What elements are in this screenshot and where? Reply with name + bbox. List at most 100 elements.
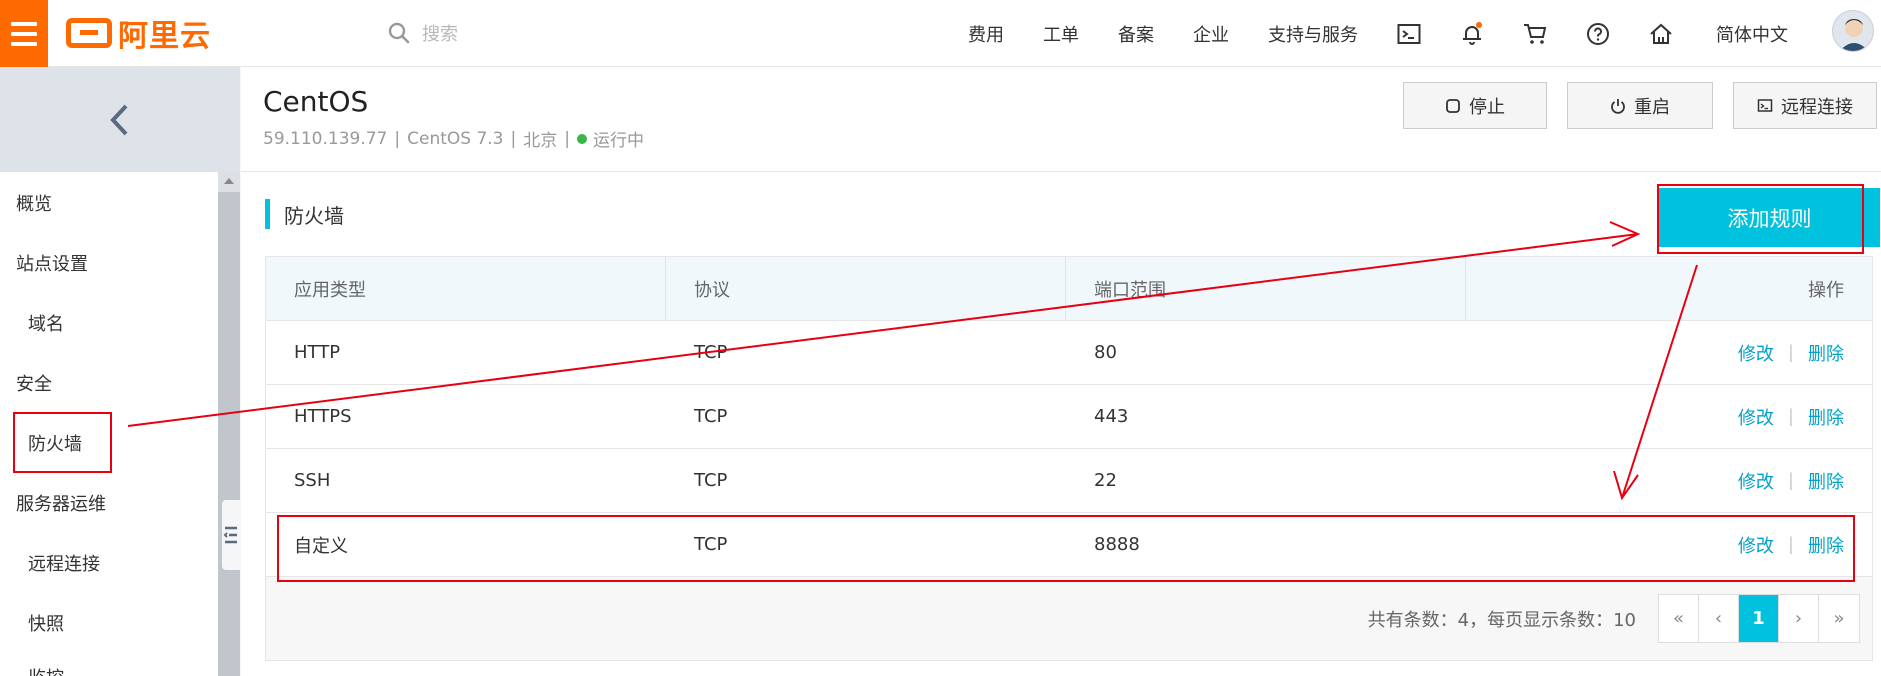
cell-type: HTTP bbox=[294, 342, 341, 363]
cart-icon[interactable] bbox=[1523, 22, 1547, 46]
table-header: 应用类型 协议 端口范围 操作 bbox=[266, 257, 1872, 321]
last-page-button[interactable]: » bbox=[1819, 595, 1859, 642]
firewall-table: 应用类型 协议 端口范围 操作 HTTP TCP 80 修改 | 删除 HTTP… bbox=[265, 256, 1873, 661]
scrollbar-thumb[interactable] bbox=[218, 192, 240, 676]
column-header: 协议 bbox=[666, 257, 1066, 320]
cell-port: 22 bbox=[1094, 470, 1117, 491]
firewall-title: 防火墙 bbox=[284, 203, 344, 228]
cell-ops: 修改 | 删除 bbox=[1466, 385, 1872, 448]
meta-separator: | bbox=[394, 128, 401, 149]
stop-label: 停止 bbox=[1469, 96, 1505, 118]
nav-support[interactable]: 支持与服务 bbox=[1268, 21, 1358, 47]
delete-link[interactable]: 删除 bbox=[1808, 340, 1844, 366]
meta-separator: | bbox=[510, 128, 517, 149]
sidebar-item-server-ops[interactable]: 服务器运维 bbox=[16, 490, 106, 516]
bell-icon[interactable] bbox=[1460, 21, 1484, 46]
sidebar: 概览 站点设置 域名 安全 防火墙 服务器运维 远程连接 快照 监控 bbox=[0, 67, 240, 676]
sidebar-item-domain[interactable]: 域名 bbox=[28, 310, 64, 336]
hamburger-menu-icon[interactable] bbox=[0, 0, 48, 67]
cell-type: HTTPS bbox=[294, 406, 352, 427]
table-row: HTTPS TCP 443 修改 | 删除 bbox=[266, 385, 1872, 449]
sidebar-scrollbar[interactable] bbox=[218, 172, 240, 676]
status-badge: 运行中 bbox=[592, 131, 644, 151]
server-meta: 59.110.139.77 | CentOS 7.3 | 北京 | 运行中 bbox=[263, 126, 644, 152]
logo-text: 阿里云 bbox=[118, 19, 211, 54]
sidebar-back[interactable] bbox=[0, 67, 240, 172]
cell-protocol: TCP bbox=[694, 470, 728, 491]
terminal-icon[interactable] bbox=[1397, 22, 1421, 46]
sidebar-item-site-settings[interactable]: 站点设置 bbox=[16, 250, 88, 276]
op-separator: | bbox=[1787, 406, 1794, 427]
next-page-button[interactable]: › bbox=[1779, 595, 1819, 642]
help-icon[interactable] bbox=[1586, 22, 1610, 46]
server-header: CentOS 59.110.139.77 | CentOS 7.3 | 北京 |… bbox=[241, 67, 1881, 172]
restart-button[interactable]: 重启 bbox=[1567, 82, 1713, 129]
server-ip: 59.110.139.77 bbox=[263, 128, 388, 149]
search-icon bbox=[388, 22, 410, 44]
cell-port: 80 bbox=[1094, 342, 1117, 363]
avatar[interactable] bbox=[1832, 10, 1874, 52]
column-header: 端口范围 bbox=[1066, 257, 1466, 320]
power-icon bbox=[1611, 98, 1625, 114]
server-region: 北京 bbox=[523, 131, 558, 151]
top-bar: 阿里云 搜索 费用 工单 备案 企业 支持与服务 简体中文 bbox=[0, 0, 1881, 67]
sidebar-item-snapshot[interactable]: 快照 bbox=[28, 610, 64, 636]
cell-protocol: TCP bbox=[694, 342, 728, 363]
column-header: 应用类型 bbox=[266, 257, 666, 320]
delete-link[interactable]: 删除 bbox=[1808, 468, 1844, 494]
nav-tickets[interactable]: 工单 bbox=[1043, 21, 1079, 47]
nav-enterprise[interactable]: 企业 bbox=[1193, 21, 1229, 47]
pagination-summary: 共有条数：4，每页显示条数：10 bbox=[1367, 609, 1636, 631]
op-separator: | bbox=[1787, 470, 1794, 491]
meta-separator: | bbox=[564, 128, 570, 149]
home-icon[interactable] bbox=[1649, 22, 1673, 46]
cell-ops: 修改 | 删除 bbox=[1466, 449, 1872, 512]
annotation-box-add-rule bbox=[1657, 184, 1864, 254]
op-separator: | bbox=[1787, 342, 1794, 363]
page-1-button[interactable]: 1 bbox=[1739, 595, 1779, 642]
firewall-panel: 防火墙 添加规则 应用类型 协议 端口范围 操作 HTTP TCP 80 修改 … bbox=[241, 172, 1881, 676]
collapse-menu-icon bbox=[223, 526, 237, 544]
column-header: 操作 bbox=[1808, 279, 1844, 301]
scroll-up-icon[interactable] bbox=[224, 178, 234, 184]
prev-page-button[interactable]: ‹ bbox=[1699, 595, 1739, 642]
first-page-button[interactable]: « bbox=[1659, 595, 1699, 642]
cell-ops: 修改 | 删除 bbox=[1466, 321, 1872, 384]
edit-link[interactable]: 修改 bbox=[1738, 404, 1774, 430]
section-title: 防火墙 bbox=[265, 199, 344, 229]
delete-link[interactable]: 删除 bbox=[1808, 404, 1844, 430]
title-accent-bar bbox=[265, 199, 270, 229]
annotation-box-custom-row bbox=[277, 515, 1855, 582]
sidebar-collapse-toggle[interactable] bbox=[222, 500, 240, 570]
language-switch[interactable]: 简体中文 bbox=[1716, 21, 1788, 47]
remote-connect-label: 远程连接 bbox=[1781, 96, 1853, 118]
terminal-icon bbox=[1757, 98, 1773, 112]
page-title: CentOS bbox=[263, 85, 369, 118]
stop-button[interactable]: 停止 bbox=[1403, 82, 1547, 129]
aliyun-logo[interactable]: 阿里云 bbox=[66, 16, 211, 54]
sidebar-item-overview[interactable]: 概览 bbox=[16, 190, 52, 216]
chevron-left-icon bbox=[110, 104, 128, 135]
cell-port: 443 bbox=[1094, 406, 1129, 427]
top-nav: 费用 工单 备案 企业 支持与服务 简体中文 bbox=[968, 0, 1788, 67]
remote-connect-button[interactable]: 远程连接 bbox=[1733, 82, 1877, 129]
nav-billing[interactable]: 费用 bbox=[968, 21, 1004, 47]
edit-link[interactable]: 修改 bbox=[1738, 468, 1774, 494]
restart-label: 重启 bbox=[1634, 96, 1670, 118]
nav-icp[interactable]: 备案 bbox=[1118, 21, 1154, 47]
search-input[interactable]: 搜索 bbox=[422, 20, 458, 46]
sidebar-item-monitor[interactable]: 监控 bbox=[28, 668, 64, 676]
pagination: « ‹ 1 › » bbox=[1658, 594, 1860, 643]
edit-link[interactable]: 修改 bbox=[1738, 340, 1774, 366]
search-box[interactable]: 搜索 bbox=[388, 18, 458, 48]
cell-protocol: TCP bbox=[694, 406, 728, 427]
annotation-box-firewall bbox=[13, 412, 112, 473]
table-row: HTTP TCP 80 修改 | 删除 bbox=[266, 321, 1872, 385]
table-footer: 共有条数：4，每页显示条数：10 « ‹ 1 › » bbox=[266, 577, 1872, 660]
server-os: CentOS 7.3 bbox=[407, 128, 504, 149]
aliyun-logo-icon bbox=[66, 18, 112, 48]
sidebar-item-remote[interactable]: 远程连接 bbox=[28, 550, 100, 576]
table-row: SSH TCP 22 修改 | 删除 bbox=[266, 449, 1872, 513]
cell-type: SSH bbox=[294, 470, 331, 491]
sidebar-item-security[interactable]: 安全 bbox=[16, 370, 52, 396]
